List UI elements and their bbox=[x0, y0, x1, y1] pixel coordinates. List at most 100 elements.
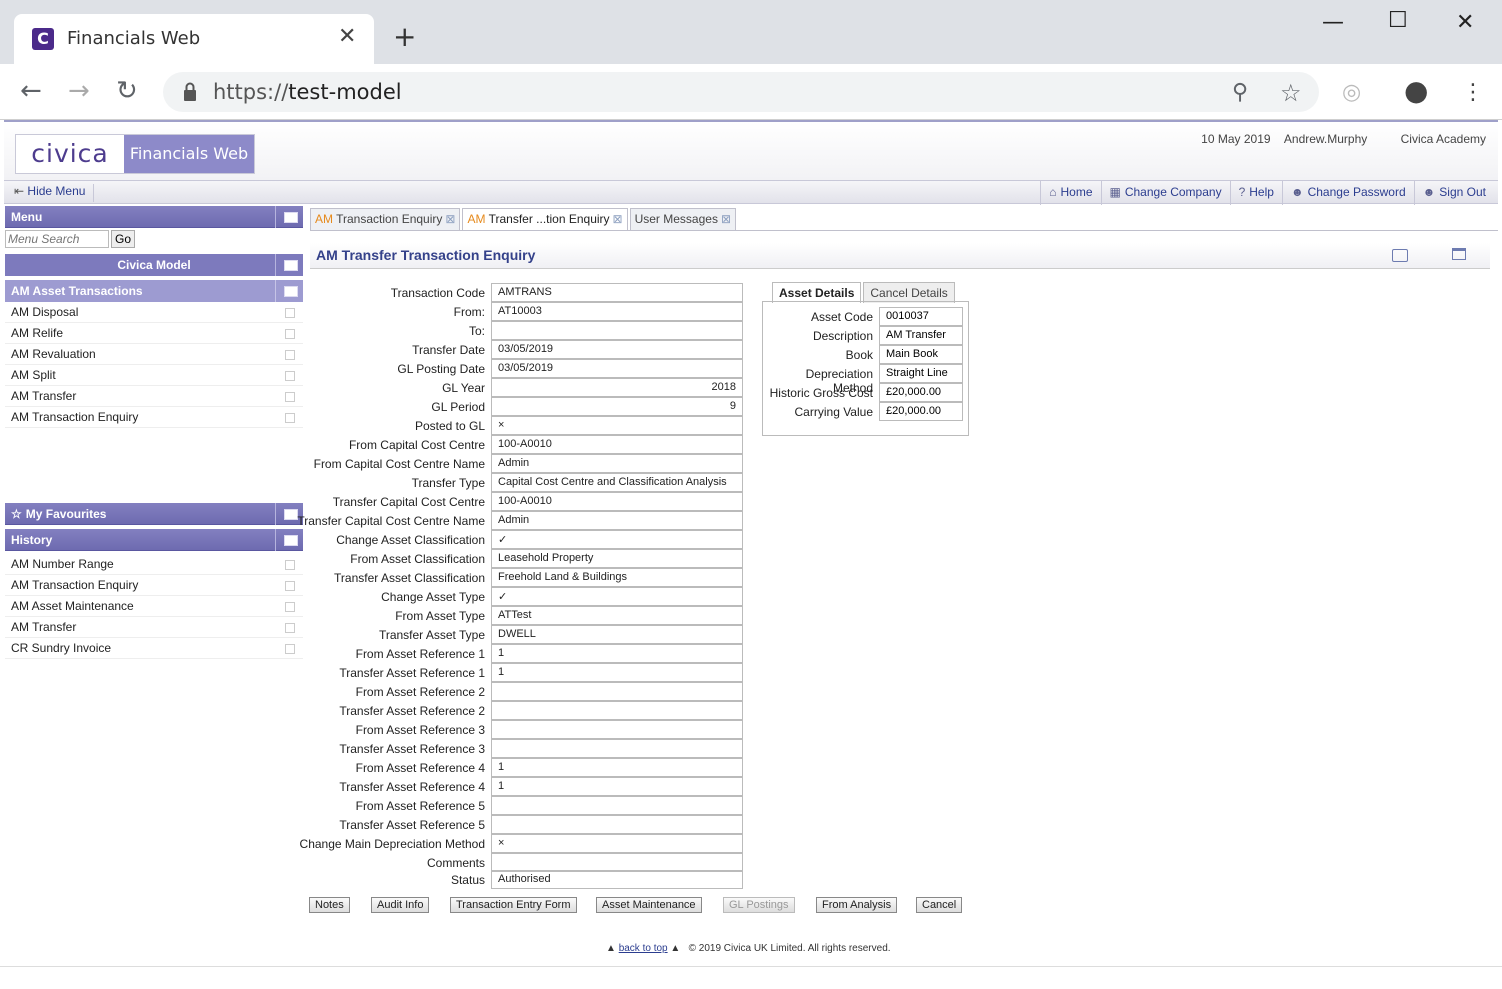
menu-search-input[interactable] bbox=[5, 230, 109, 248]
asset-field-value[interactable]: AM Transfer bbox=[879, 326, 963, 345]
back-to-top-link[interactable]: back to top bbox=[619, 943, 668, 954]
sidebar-item-am-transfer[interactable]: AM Transfer bbox=[5, 386, 303, 407]
field-value[interactable]: Leasehold Property bbox=[491, 549, 743, 568]
model-toggle-icon[interactable] bbox=[275, 254, 303, 276]
browser-tab[interactable]: C Financials Web ✕ bbox=[14, 14, 374, 64]
new-tab-icon[interactable]: + bbox=[393, 22, 416, 52]
field-value[interactable]: 1 bbox=[491, 758, 743, 777]
tab-transfer-transaction-enquiry[interactable]: AM Transfer ...tion Enquiry ⊠ bbox=[462, 208, 628, 230]
hide-menu-button[interactable]: ⇤ Hide Menu bbox=[14, 184, 95, 202]
asset-maintenance-button[interactable]: Asset Maintenance bbox=[596, 897, 702, 913]
tab-user-messages[interactable]: User Messages ⊠ bbox=[629, 208, 737, 230]
field-value[interactable]: 03/05/2019 bbox=[491, 359, 743, 378]
field-value[interactable]: 1 bbox=[491, 644, 743, 663]
sidebar-item-am-relife[interactable]: AM Relife bbox=[5, 323, 303, 344]
transaction-entry-form-button[interactable]: Transaction Entry Form bbox=[450, 897, 577, 913]
asset-field-value[interactable]: Straight Line bbox=[879, 364, 963, 383]
am-asset-transactions-header[interactable]: AM Asset Transactions bbox=[5, 280, 303, 302]
field-value[interactable]: DWELL bbox=[491, 625, 743, 644]
history-item[interactable]: AM Transaction Enquiry bbox=[5, 575, 303, 596]
sidebar-item-am-transaction-enquiry[interactable]: AM Transaction Enquiry bbox=[5, 407, 303, 428]
field-value[interactable] bbox=[491, 321, 743, 340]
field-value[interactable]: AMTRANS bbox=[491, 283, 743, 302]
field-value[interactable]: Admin bbox=[491, 454, 743, 473]
field-value[interactable]: 2018 bbox=[491, 378, 743, 397]
sign-out-link[interactable]: ☻ Sign Out bbox=[1413, 181, 1494, 205]
tab-transaction-enquiry[interactable]: AM Transaction Enquiry ⊠ bbox=[310, 208, 461, 230]
address-bar[interactable]: https://test-model bbox=[163, 72, 1319, 112]
field-value[interactable] bbox=[491, 682, 743, 701]
menu-search-row: Go bbox=[5, 230, 303, 250]
history-item[interactable]: AM Number Range bbox=[5, 554, 303, 575]
browser-menu-icon[interactable]: ⋮ bbox=[1462, 78, 1484, 108]
tab-cancel-details[interactable]: Cancel Details bbox=[863, 282, 955, 303]
favourites-header[interactable]: ☆ My Favourites bbox=[5, 503, 303, 525]
sidebar-item-am-split[interactable]: AM Split bbox=[5, 365, 303, 386]
change-company-link[interactable]: ▦ Change Company bbox=[1100, 181, 1230, 205]
close-tab-icon[interactable]: ✕ bbox=[338, 24, 356, 49]
zoom-icon[interactable]: ⚲ bbox=[1232, 78, 1248, 108]
field-value[interactable]: ATTest bbox=[491, 606, 743, 625]
field-value[interactable]: 9 bbox=[491, 397, 743, 416]
minimize-icon[interactable]: — bbox=[1322, 10, 1344, 35]
back-icon[interactable]: ← bbox=[20, 76, 42, 106]
field-value[interactable] bbox=[491, 815, 743, 834]
history-item[interactable]: AM Transfer bbox=[5, 617, 303, 638]
close-tab-icon[interactable]: ⊠ bbox=[445, 212, 455, 226]
hide-menu-icon: ⇤ bbox=[14, 184, 25, 198]
asset-field-value[interactable]: £20,000.00 bbox=[879, 383, 963, 402]
close-tab-icon[interactable]: ⊠ bbox=[721, 212, 731, 226]
extension-icon[interactable]: ◎ bbox=[1342, 78, 1361, 108]
close-tab-icon[interactable]: ⊠ bbox=[613, 212, 623, 226]
field-value[interactable]: Authorised bbox=[491, 870, 743, 889]
sidebar-item-am-disposal[interactable]: AM Disposal bbox=[5, 302, 303, 323]
forward-icon[interactable]: → bbox=[68, 76, 90, 106]
field-value[interactable] bbox=[491, 701, 743, 720]
field-value[interactable]: × bbox=[491, 834, 743, 853]
field-value[interactable]: ✓ bbox=[491, 587, 743, 606]
field-value[interactable]: 100-A0010 bbox=[491, 492, 743, 511]
field-value[interactable]: 100-A0010 bbox=[491, 435, 743, 454]
history-item[interactable]: AM Asset Maintenance bbox=[5, 596, 303, 617]
notes-button[interactable]: Notes bbox=[309, 897, 350, 913]
change-password-link[interactable]: ☻ Change Password bbox=[1281, 181, 1414, 205]
civica-model-header[interactable]: Civica Model bbox=[5, 254, 303, 276]
profile-icon[interactable]: ● bbox=[1404, 76, 1428, 106]
history-item[interactable]: CR Sundry Invoice bbox=[5, 638, 303, 659]
asset-field-value[interactable]: Main Book bbox=[879, 345, 963, 364]
menu-search-go-button[interactable]: Go bbox=[111, 230, 135, 248]
sidebar-item-am-revaluation[interactable]: AM Revaluation bbox=[5, 344, 303, 365]
field-value[interactable]: 03/05/2019 bbox=[491, 340, 743, 359]
cancel-button[interactable]: Cancel bbox=[916, 897, 963, 913]
bookmark-star-icon[interactable]: ☆ bbox=[1280, 78, 1302, 108]
reload-icon[interactable]: ↻ bbox=[116, 76, 138, 106]
field-value[interactable] bbox=[491, 796, 743, 815]
panel-toggle-icon[interactable] bbox=[275, 206, 303, 228]
field-value[interactable]: Freehold Land & Buildings bbox=[491, 568, 743, 587]
home-link[interactable]: ⌂ Home bbox=[1040, 181, 1100, 205]
civica-logo[interactable]: civica Financials Web bbox=[15, 134, 255, 174]
help-link[interactable]: ? Help bbox=[1229, 181, 1282, 205]
history-header[interactable]: History bbox=[5, 529, 303, 551]
from-analysis-button[interactable]: From Analysis bbox=[816, 897, 898, 913]
field-value[interactable]: Capital Cost Centre and Classification A… bbox=[491, 473, 743, 492]
field-value[interactable]: AT10003 bbox=[491, 302, 743, 321]
field-label: Transfer Asset Type bbox=[378, 628, 485, 642]
audit-info-button[interactable]: Audit Info bbox=[371, 897, 430, 913]
popout-window-icon[interactable] bbox=[1452, 248, 1466, 260]
asset-field-value[interactable]: £20,000.00 bbox=[879, 402, 963, 421]
field-value[interactable]: 1 bbox=[491, 663, 743, 682]
field-value[interactable]: Admin bbox=[491, 511, 743, 530]
field-value[interactable]: 1 bbox=[491, 777, 743, 796]
maximize-icon[interactable]: ☐ bbox=[1388, 8, 1408, 33]
field-value[interactable] bbox=[491, 739, 743, 758]
window-close-icon[interactable]: ✕ bbox=[1456, 10, 1474, 35]
gl-postings-button[interactable]: GL Postings bbox=[723, 897, 795, 913]
asset-field-value[interactable]: 0010037 bbox=[879, 307, 963, 326]
field-value[interactable]: × bbox=[491, 416, 743, 435]
print-icon[interactable] bbox=[1392, 249, 1408, 262]
field-value[interactable]: ✓ bbox=[491, 530, 743, 549]
field-label: Transfer Capital Cost Centre Name bbox=[297, 514, 485, 528]
field-value[interactable] bbox=[491, 720, 743, 739]
tab-asset-details[interactable]: Asset Details bbox=[772, 282, 862, 303]
